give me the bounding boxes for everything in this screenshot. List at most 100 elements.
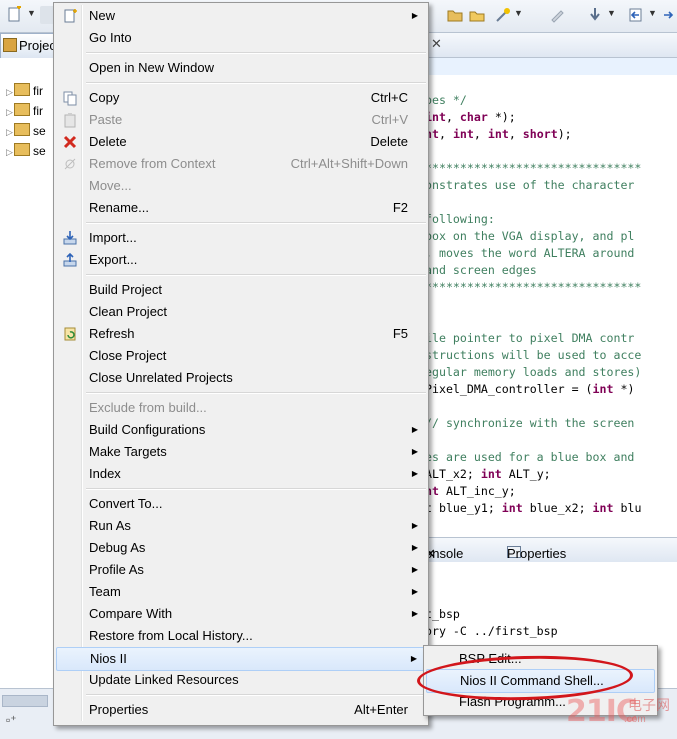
menu-item-label: Close Project <box>89 348 167 363</box>
fast-view-icon[interactable]: ▫⁺ <box>6 713 17 727</box>
paste-icon <box>62 112 78 128</box>
menu-item-build-configurations[interactable]: Build Configurations ▶ <box>56 419 426 441</box>
menu-item-go-into[interactable]: Go Into <box>56 27 426 49</box>
menu-item-nios-ii[interactable]: Nios II ▶ <box>56 647 426 671</box>
close-tab-icon[interactable]: ✕ <box>431 36 442 52</box>
back-dropdown-icon[interactable]: ▼ <box>648 8 657 18</box>
code-token: ALT_x2; <box>425 467 481 481</box>
menu-item-refresh[interactable]: Refresh F5 <box>56 323 426 345</box>
expand-arrow-icon[interactable]: ▷ <box>6 103 14 121</box>
menu-item-label: Refresh <box>89 326 135 341</box>
next-dropdown-icon[interactable]: ▼ <box>607 8 616 18</box>
code-token: Pixel_DMA_controller = ( <box>425 382 593 396</box>
menu-item-label: New <box>89 8 116 23</box>
menu-item-copy[interactable]: Copy Ctrl+C <box>56 87 426 109</box>
menu-item-debug-as[interactable]: Debug As ▶ <box>56 537 426 559</box>
run-icon[interactable] <box>494 6 512 24</box>
project-folder-icon <box>14 103 30 116</box>
new-wizard-icon[interactable] <box>6 5 24 24</box>
menu-item-label: Copy <box>89 90 120 105</box>
submenu-arrow-icon: ▶ <box>411 469 418 478</box>
menu-item-open-in-new-window[interactable]: Open in New Window <box>56 57 426 79</box>
back-icon[interactable] <box>627 6 645 24</box>
menu-item-restore-from-local-history[interactable]: Restore from Local History... <box>56 625 426 647</box>
code-token: pes */ <box>425 93 467 107</box>
menu-item-label: Move... <box>89 178 132 193</box>
tree-item[interactable]: ▷ se <box>6 142 46 160</box>
menu-item-run-as[interactable]: Run As ▶ <box>56 515 426 537</box>
menu-separator <box>86 392 426 394</box>
expand-arrow-icon[interactable]: ▷ <box>6 123 14 141</box>
menu-item-clean-project[interactable]: Clean Project <box>56 301 426 323</box>
tree-item[interactable]: ▷ se <box>6 122 46 140</box>
menu-separator <box>86 222 426 224</box>
submenu-arrow-icon: ▶ <box>411 521 418 530</box>
expand-arrow-icon[interactable]: ▷ <box>6 143 14 161</box>
code-token: , <box>473 127 488 141</box>
menu-item-team[interactable]: Team ▶ <box>56 581 426 603</box>
menu-item-paste[interactable]: Paste Ctrl+V <box>56 109 426 131</box>
remove-context-icon <box>62 156 78 172</box>
submenu-arrow-icon: ▶ <box>410 654 417 663</box>
code-token: int <box>501 501 523 515</box>
menu-item-move[interactable]: Move... <box>56 175 426 197</box>
menu-item-update-linked-resources[interactable]: Update Linked Resources <box>56 669 426 691</box>
code-token: , moves the word ALTERA around <box>425 246 635 260</box>
code-line: following: <box>425 211 495 228</box>
code-token: int <box>480 467 502 481</box>
code-token: // synchronize with the screen <box>425 416 635 430</box>
submenu-arrow-icon: ▶ <box>411 609 418 618</box>
submenu-arrow-icon: ▶ <box>411 587 418 596</box>
scrollbar[interactable] <box>2 695 48 707</box>
editor-tab-bar: ✕ <box>425 33 677 58</box>
menu-item-delete[interactable]: Delete Delete <box>56 131 426 153</box>
tree-item[interactable]: ▷ fir <box>6 102 43 120</box>
expand-arrow-icon[interactable]: ▷ <box>6 83 14 101</box>
menu-item-new[interactable]: New ▶ <box>56 5 426 27</box>
menu-item-remove-from-context[interactable]: Remove from Context Ctrl+Alt+Shift+Down <box>56 153 426 175</box>
menu-item-shortcut: F2 <box>392 200 408 215</box>
menu-item-build-project[interactable]: Build Project <box>56 279 426 301</box>
code-token: int <box>592 382 614 396</box>
menu-item-index[interactable]: Index ▶ <box>56 463 426 485</box>
refresh-icon <box>62 326 78 342</box>
menu-item-exclude-from-build[interactable]: Exclude from build... <box>56 397 426 419</box>
menu-item-convert-to[interactable]: Convert To... <box>56 493 426 515</box>
menu-item-label: Build Project <box>89 282 162 297</box>
next-annotation-icon[interactable] <box>586 6 604 24</box>
code-line: ******************************* <box>425 160 641 177</box>
menu-item-label: Build Configurations <box>89 422 206 437</box>
menu-item-import[interactable]: Import... <box>56 227 426 249</box>
pen-icon[interactable] <box>548 6 566 24</box>
code-line: box on the VGA display, and pl <box>425 228 634 245</box>
open-folder-icon[interactable] <box>446 6 464 24</box>
submenu-arrow-icon: ▶ <box>411 447 418 456</box>
new-dropdown-icon[interactable]: ▼ <box>27 8 36 18</box>
submenu-arrow-icon: ▶ <box>411 543 418 552</box>
code-token: following: <box>425 212 495 226</box>
menu-item-make-targets[interactable]: Make Targets ▶ <box>56 441 426 463</box>
open-file-icon[interactable] <box>468 6 486 24</box>
menu-item-label: Debug As <box>89 540 146 555</box>
code-editor[interactable]: pes */int, char *); nt, int, int, short);… <box>425 58 677 538</box>
menu-item-export[interactable]: Export... <box>56 249 426 271</box>
context-menu: New ▶ Go Into Open in New Window Copy Ctrl+C P… <box>53 2 429 726</box>
menu-item-compare-with[interactable]: Compare With ▶ <box>56 603 426 625</box>
menu-item-close-unrelated-projects[interactable]: Close Unrelated Projects <box>56 367 426 389</box>
forward-icon[interactable] <box>660 6 677 24</box>
menu-item-rename[interactable]: Rename... F2 <box>56 197 426 219</box>
run-dropdown-icon[interactable]: ▼ <box>514 8 523 18</box>
submenu-arrow-icon: ▶ <box>411 11 418 20</box>
menu-separator <box>86 694 426 696</box>
tree-item[interactable]: ▷ fir <box>6 82 43 100</box>
menu-item-close-project[interactable]: Close Project <box>56 345 426 367</box>
code-token: ); <box>557 127 572 141</box>
project-folder-icon <box>14 83 30 96</box>
project-explorer-icon <box>3 38 17 52</box>
code-token: ******************************* <box>425 161 642 175</box>
menu-item-label: Open in New Window <box>89 60 214 75</box>
menu-item-profile-as[interactable]: Profile As ▶ <box>56 559 426 581</box>
menu-item-label: Go Into <box>89 30 132 45</box>
code-token: , <box>445 110 460 124</box>
menu-item-properties[interactable]: Properties Alt+Enter <box>56 699 426 721</box>
